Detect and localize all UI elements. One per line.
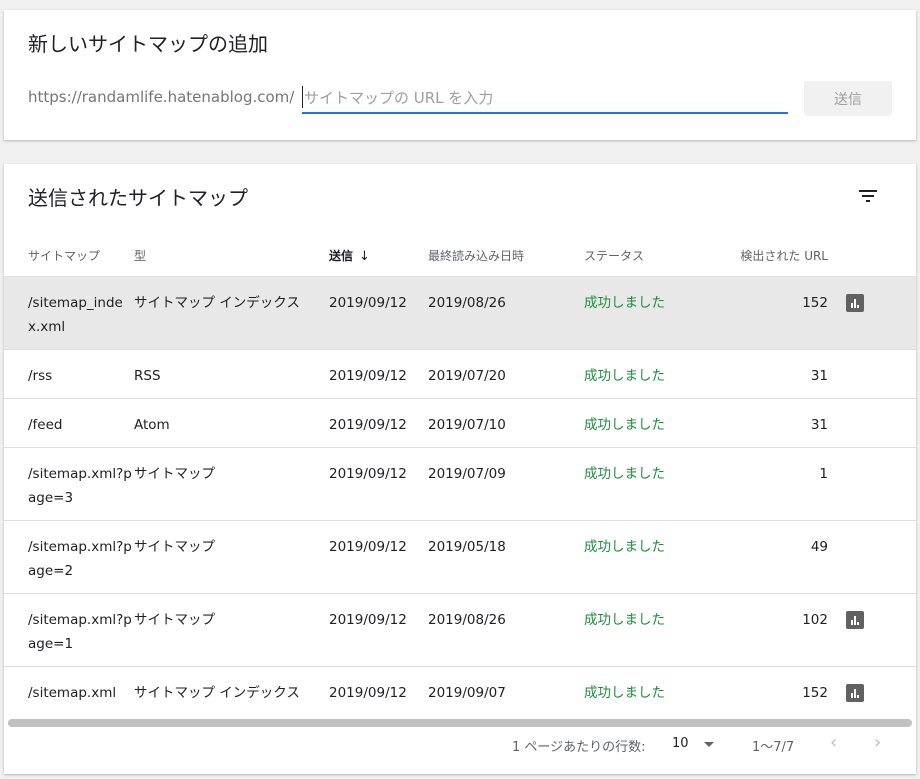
status-cell: 成功しました: [584, 466, 665, 482]
horizontal-scrollbar[interactable]: [8, 719, 912, 727]
bar-chart-icon[interactable]: [846, 684, 864, 702]
actions-cell: [830, 350, 916, 399]
column-header-submitted-label: 送信: [329, 248, 354, 263]
add-sitemap-title: 新しいサイトマップの追加: [28, 32, 268, 56]
bar-chart-icon-bar: [851, 693, 853, 698]
status-cell: 成功しました: [584, 612, 665, 628]
horizontal-scrollbar-thumb[interactable]: [8, 719, 912, 727]
submitted-date-cell: 2019/09/12: [329, 417, 407, 433]
actions-cell: [830, 448, 916, 521]
chevron-left-icon[interactable]: ‹: [830, 732, 837, 753]
last-read-date-cell: 2019/08/26: [428, 295, 506, 311]
bar-chart-icon-bar: [851, 303, 853, 308]
discovered-urls-cell: 152: [802, 295, 828, 311]
actions-cell: [830, 521, 916, 594]
status-cell: 成功しました: [584, 685, 665, 701]
sitemaps-table: サイトマップ 型 送信 ↓ 最終読み込み日時 ステータス 検出された URL /s…: [4, 234, 916, 720]
submitted-date-cell: 2019/09/12: [329, 466, 407, 482]
submitted-date-cell: 2019/09/12: [329, 368, 407, 384]
column-header-sitemap[interactable]: サイトマップ: [4, 234, 134, 277]
chevron-right-icon[interactable]: ›: [874, 732, 881, 753]
column-header-discovered-urls[interactable]: 検出された URL: [694, 234, 830, 277]
table-row[interactable]: /feed Atom 2019/09/12 2019/07/10 成功しました 31: [4, 398, 916, 448]
type-cell: サイトマップ インデックス: [134, 295, 300, 311]
column-header-status[interactable]: ステータス: [584, 234, 694, 277]
submitted-sitemaps-title: 送信されたサイトマップ: [28, 186, 248, 210]
table-row[interactable]: /sitemap.xml?page=2 サイトマップ 2019/09/12 2019/…: [4, 520, 916, 594]
bar-chart-icon-bar: [854, 616, 856, 625]
chevron-down-icon[interactable]: [704, 742, 714, 747]
status-cell: 成功しました: [584, 417, 665, 433]
last-read-date-cell: 2019/05/18: [428, 539, 506, 555]
table-header-row: サイトマップ 型 送信 ↓ 最終読み込み日時 ステータス 検出された URL: [4, 234, 916, 277]
url-prefix: https://randamlife.hatenablog.com/: [28, 88, 295, 106]
discovered-urls-cell: 102: [802, 612, 828, 628]
type-cell: サイトマップ: [134, 466, 215, 482]
discovered-urls-cell: 31: [810, 417, 828, 433]
add-sitemap-card: 新しいサイトマップの追加 https://randamlife.hatenabl…: [4, 10, 916, 140]
table-row[interactable]: /rss RSS 2019/09/12 2019/07/20 成功しました 31: [4, 349, 916, 399]
table-row[interactable]: /sitemap.xml サイトマップ インデックス 2019/09/12 2019/…: [4, 666, 916, 721]
submitted-date-cell: 2019/09/12: [329, 539, 407, 555]
last-read-date-cell: 2019/08/26: [428, 612, 506, 628]
bar-chart-icon-bar: [857, 695, 859, 698]
discovered-urls-cell: 1: [819, 466, 828, 482]
type-cell: サイトマップ インデックス: [134, 685, 300, 701]
page-range: 1〜7/7: [752, 740, 795, 755]
sitemap-cell: /sitemap_index.xml: [28, 295, 123, 335]
actions-cell: [830, 277, 916, 350]
last-read-date-cell: 2019/07/10: [428, 417, 506, 433]
rows-per-page-select[interactable]: 10: [672, 736, 689, 751]
type-cell: Atom: [134, 417, 170, 433]
table-row[interactable]: /sitemap_index.xml サイトマップ インデックス 2019/09/1…: [4, 276, 916, 350]
submitted-date-cell: 2019/09/12: [329, 685, 407, 701]
bar-chart-icon[interactable]: [846, 294, 864, 312]
type-cell: サイトマップ: [134, 539, 215, 555]
column-header-last-read[interactable]: 最終読み込み日時: [428, 234, 584, 277]
type-cell: RSS: [134, 368, 161, 384]
status-cell: 成功しました: [584, 368, 665, 384]
actions-cell: [830, 594, 916, 667]
type-cell: サイトマップ: [134, 612, 215, 628]
last-read-date-cell: 2019/09/07: [428, 685, 506, 701]
sitemap-cell: /sitemap.xml?page=1: [28, 612, 132, 652]
sitemap-cell: /sitemap.xml?page=2: [28, 539, 132, 579]
actions-cell: [830, 399, 916, 448]
last-read-date-cell: 2019/07/20: [428, 368, 506, 384]
submitted-sitemaps-card: 送信されたサイトマップ サイトマップ 型 送信 ↓ 最終読み込み日時 ステータス …: [4, 164, 916, 774]
sitemap-cell: /feed: [28, 417, 63, 433]
bar-chart-icon-bar: [854, 689, 856, 698]
bar-chart-icon[interactable]: [846, 611, 864, 629]
discovered-urls-cell: 49: [810, 539, 828, 555]
status-cell: 成功しました: [584, 295, 665, 311]
column-header-actions: [830, 234, 916, 277]
bar-chart-icon-bar: [854, 299, 856, 308]
sitemap-cell: /sitemap.xml?page=3: [28, 466, 132, 506]
discovered-urls-cell: 31: [810, 368, 828, 384]
bar-chart-icon-bar: [857, 305, 859, 308]
submit-button[interactable]: 送信: [804, 81, 892, 116]
table-row[interactable]: /sitemap.xml?page=1 サイトマップ 2019/09/12 2019/…: [4, 593, 916, 667]
sitemap-cell: /rss: [28, 368, 53, 384]
bar-chart-icon-bar: [857, 622, 859, 625]
sitemap-url-input[interactable]: [302, 86, 784, 110]
discovered-urls-cell: 152: [802, 685, 828, 701]
table-row[interactable]: /sitemap.xml?page=3 サイトマップ 2019/09/12 2019/…: [4, 447, 916, 521]
filter-icon[interactable]: [856, 184, 880, 208]
submitted-date-cell: 2019/09/12: [329, 612, 407, 628]
pagination: 1 ページあたりの行数: 10 1〜7/7 ‹ ›: [4, 730, 916, 762]
last-read-date-cell: 2019/07/09: [428, 466, 506, 482]
rows-per-page-label: 1 ページあたりの行数:: [512, 740, 646, 755]
sitemap-cell: /sitemap.xml: [28, 685, 117, 701]
status-cell: 成功しました: [584, 539, 665, 555]
actions-cell: [830, 667, 916, 721]
sitemap-input-container[interactable]: [302, 86, 788, 114]
bar-chart-icon-bar: [851, 620, 853, 625]
column-header-submitted[interactable]: 送信 ↓: [329, 234, 428, 277]
submitted-date-cell: 2019/09/12: [329, 295, 407, 311]
column-header-type[interactable]: 型: [134, 234, 329, 277]
sort-descending-icon: ↓: [359, 248, 370, 264]
